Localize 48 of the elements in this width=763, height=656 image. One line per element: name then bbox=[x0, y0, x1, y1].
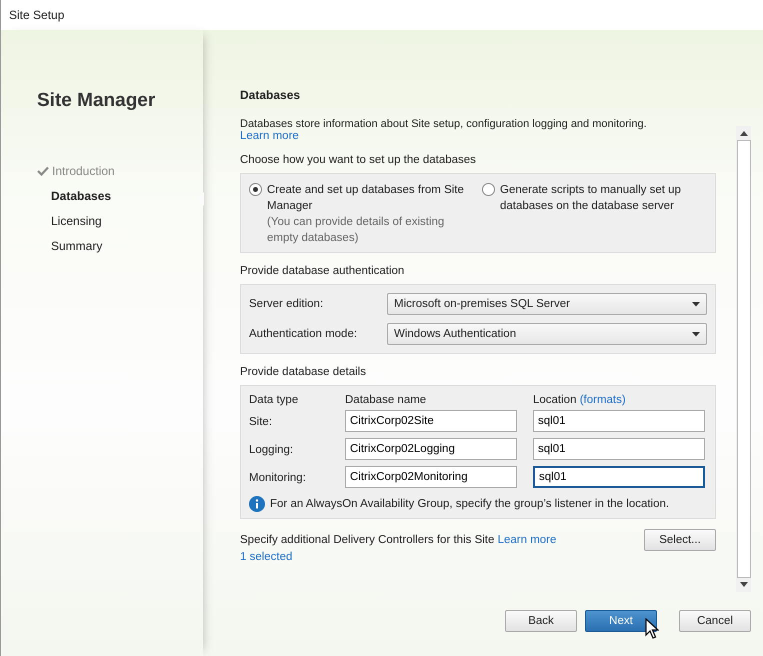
window-title: Site Setup bbox=[9, 8, 64, 22]
wizard-button[interactable]: Back bbox=[505, 610, 577, 632]
learn-more-link[interactable]: Learn more bbox=[498, 534, 556, 546]
sidebar-title: Site Manager bbox=[37, 90, 156, 112]
learn-more-link[interactable]: Learn more bbox=[240, 130, 299, 142]
option-label: Generate scripts to manually set up databases on the database server bbox=[500, 183, 682, 214]
radio-button[interactable] bbox=[482, 183, 495, 196]
caret-icon bbox=[692, 332, 700, 336]
select-button[interactable]: Select... bbox=[644, 529, 716, 551]
input-field[interactable]: sql01 bbox=[533, 410, 705, 432]
column-header: Location bbox=[533, 394, 576, 406]
selected-count-link[interactable]: 1 selected bbox=[240, 551, 292, 563]
radio-button[interactable] bbox=[249, 183, 262, 196]
field-label: Authentication mode: bbox=[249, 328, 358, 340]
cursor-icon bbox=[645, 618, 659, 640]
scroll-up-icon[interactable] bbox=[740, 131, 748, 136]
input-field[interactable]: CitrixCorp02Logging bbox=[345, 438, 517, 460]
row-label: Site: bbox=[249, 416, 274, 428]
section-label: Provide database authentication bbox=[240, 265, 406, 277]
option-label: Create and set up databases from Site Manager bbox=[267, 183, 465, 214]
section-label: Provide database details bbox=[240, 366, 367, 378]
scrollbar[interactable] bbox=[736, 126, 751, 592]
input-field[interactable]: sql01 bbox=[533, 438, 705, 460]
column-header: Data type bbox=[249, 394, 300, 406]
row-label: Monitoring: bbox=[249, 472, 307, 484]
step-item[interactable]: Licensing bbox=[51, 214, 102, 228]
input-field[interactable]: sql01 bbox=[533, 466, 705, 488]
page-heading: Databases bbox=[240, 88, 302, 104]
dropdown[interactable]: Microsoft on-premises SQL Server bbox=[387, 293, 707, 315]
input-field[interactable]: CitrixCorp02Site bbox=[345, 410, 517, 432]
info-icon bbox=[249, 496, 265, 512]
dropdown[interactable]: Windows Authentication bbox=[387, 323, 707, 345]
info-text: For an AlwaysOn Availability Group, specify the group’s listener in the location. bbox=[270, 498, 670, 510]
input-field[interactable]: CitrixCorp02Monitoring bbox=[345, 466, 517, 488]
option-note: (You can provide details of existing empty databases) bbox=[267, 215, 446, 246]
section-label: Choose how you want to set up the databases bbox=[240, 154, 477, 166]
column-header: Database name bbox=[345, 394, 428, 406]
formats-link[interactable]: (formats) bbox=[580, 394, 626, 406]
caret-icon bbox=[692, 302, 700, 306]
wizard-button[interactable]: Cancel bbox=[679, 610, 751, 632]
row-label: Logging: bbox=[249, 444, 294, 456]
current-step-pointer bbox=[197, 192, 204, 206]
scroll-down-icon[interactable] bbox=[740, 582, 748, 587]
step-item[interactable]: Databases bbox=[51, 188, 112, 202]
controllers-text: Specify additional Delivery Controllers for this Site Learn more bbox=[240, 534, 556, 546]
step-item[interactable]: Summary bbox=[51, 238, 102, 252]
description-text: Databases store information about Site setup, configuration logging and monitoring. bbox=[240, 118, 648, 130]
field-label: Server edition: bbox=[249, 298, 324, 310]
